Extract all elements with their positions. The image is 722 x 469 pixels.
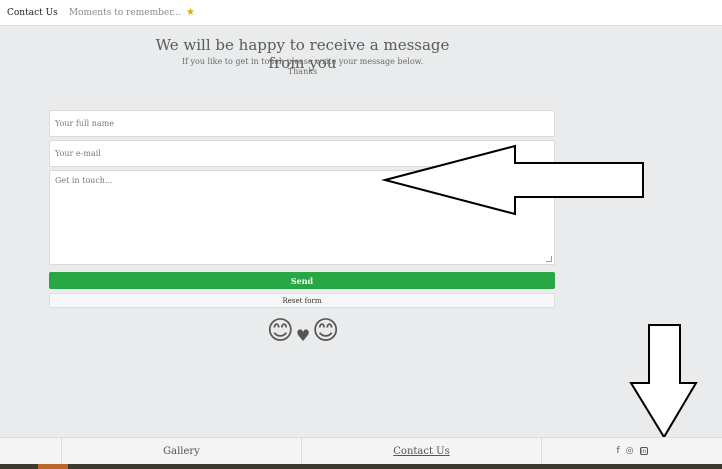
linkedin-icon[interactable]: in xyxy=(639,447,648,455)
footer-gallery-link[interactable]: Gallery xyxy=(62,438,302,464)
footer-social-links: f ◎ in xyxy=(542,438,722,464)
footer-spacer xyxy=(0,438,62,464)
footer: Gallery Contact Us f ◎ in xyxy=(0,437,722,464)
footer-contact-link[interactable]: Contact Us xyxy=(302,438,542,464)
annotation-arrows xyxy=(381,144,698,439)
bottom-accent xyxy=(38,464,68,469)
facebook-icon[interactable]: f xyxy=(616,446,619,456)
instagram-icon[interactable]: ◎ xyxy=(626,446,634,456)
down-arrow-annotation xyxy=(629,324,698,439)
left-arrow-annotation xyxy=(381,144,644,216)
bottom-image-strip xyxy=(0,464,722,469)
